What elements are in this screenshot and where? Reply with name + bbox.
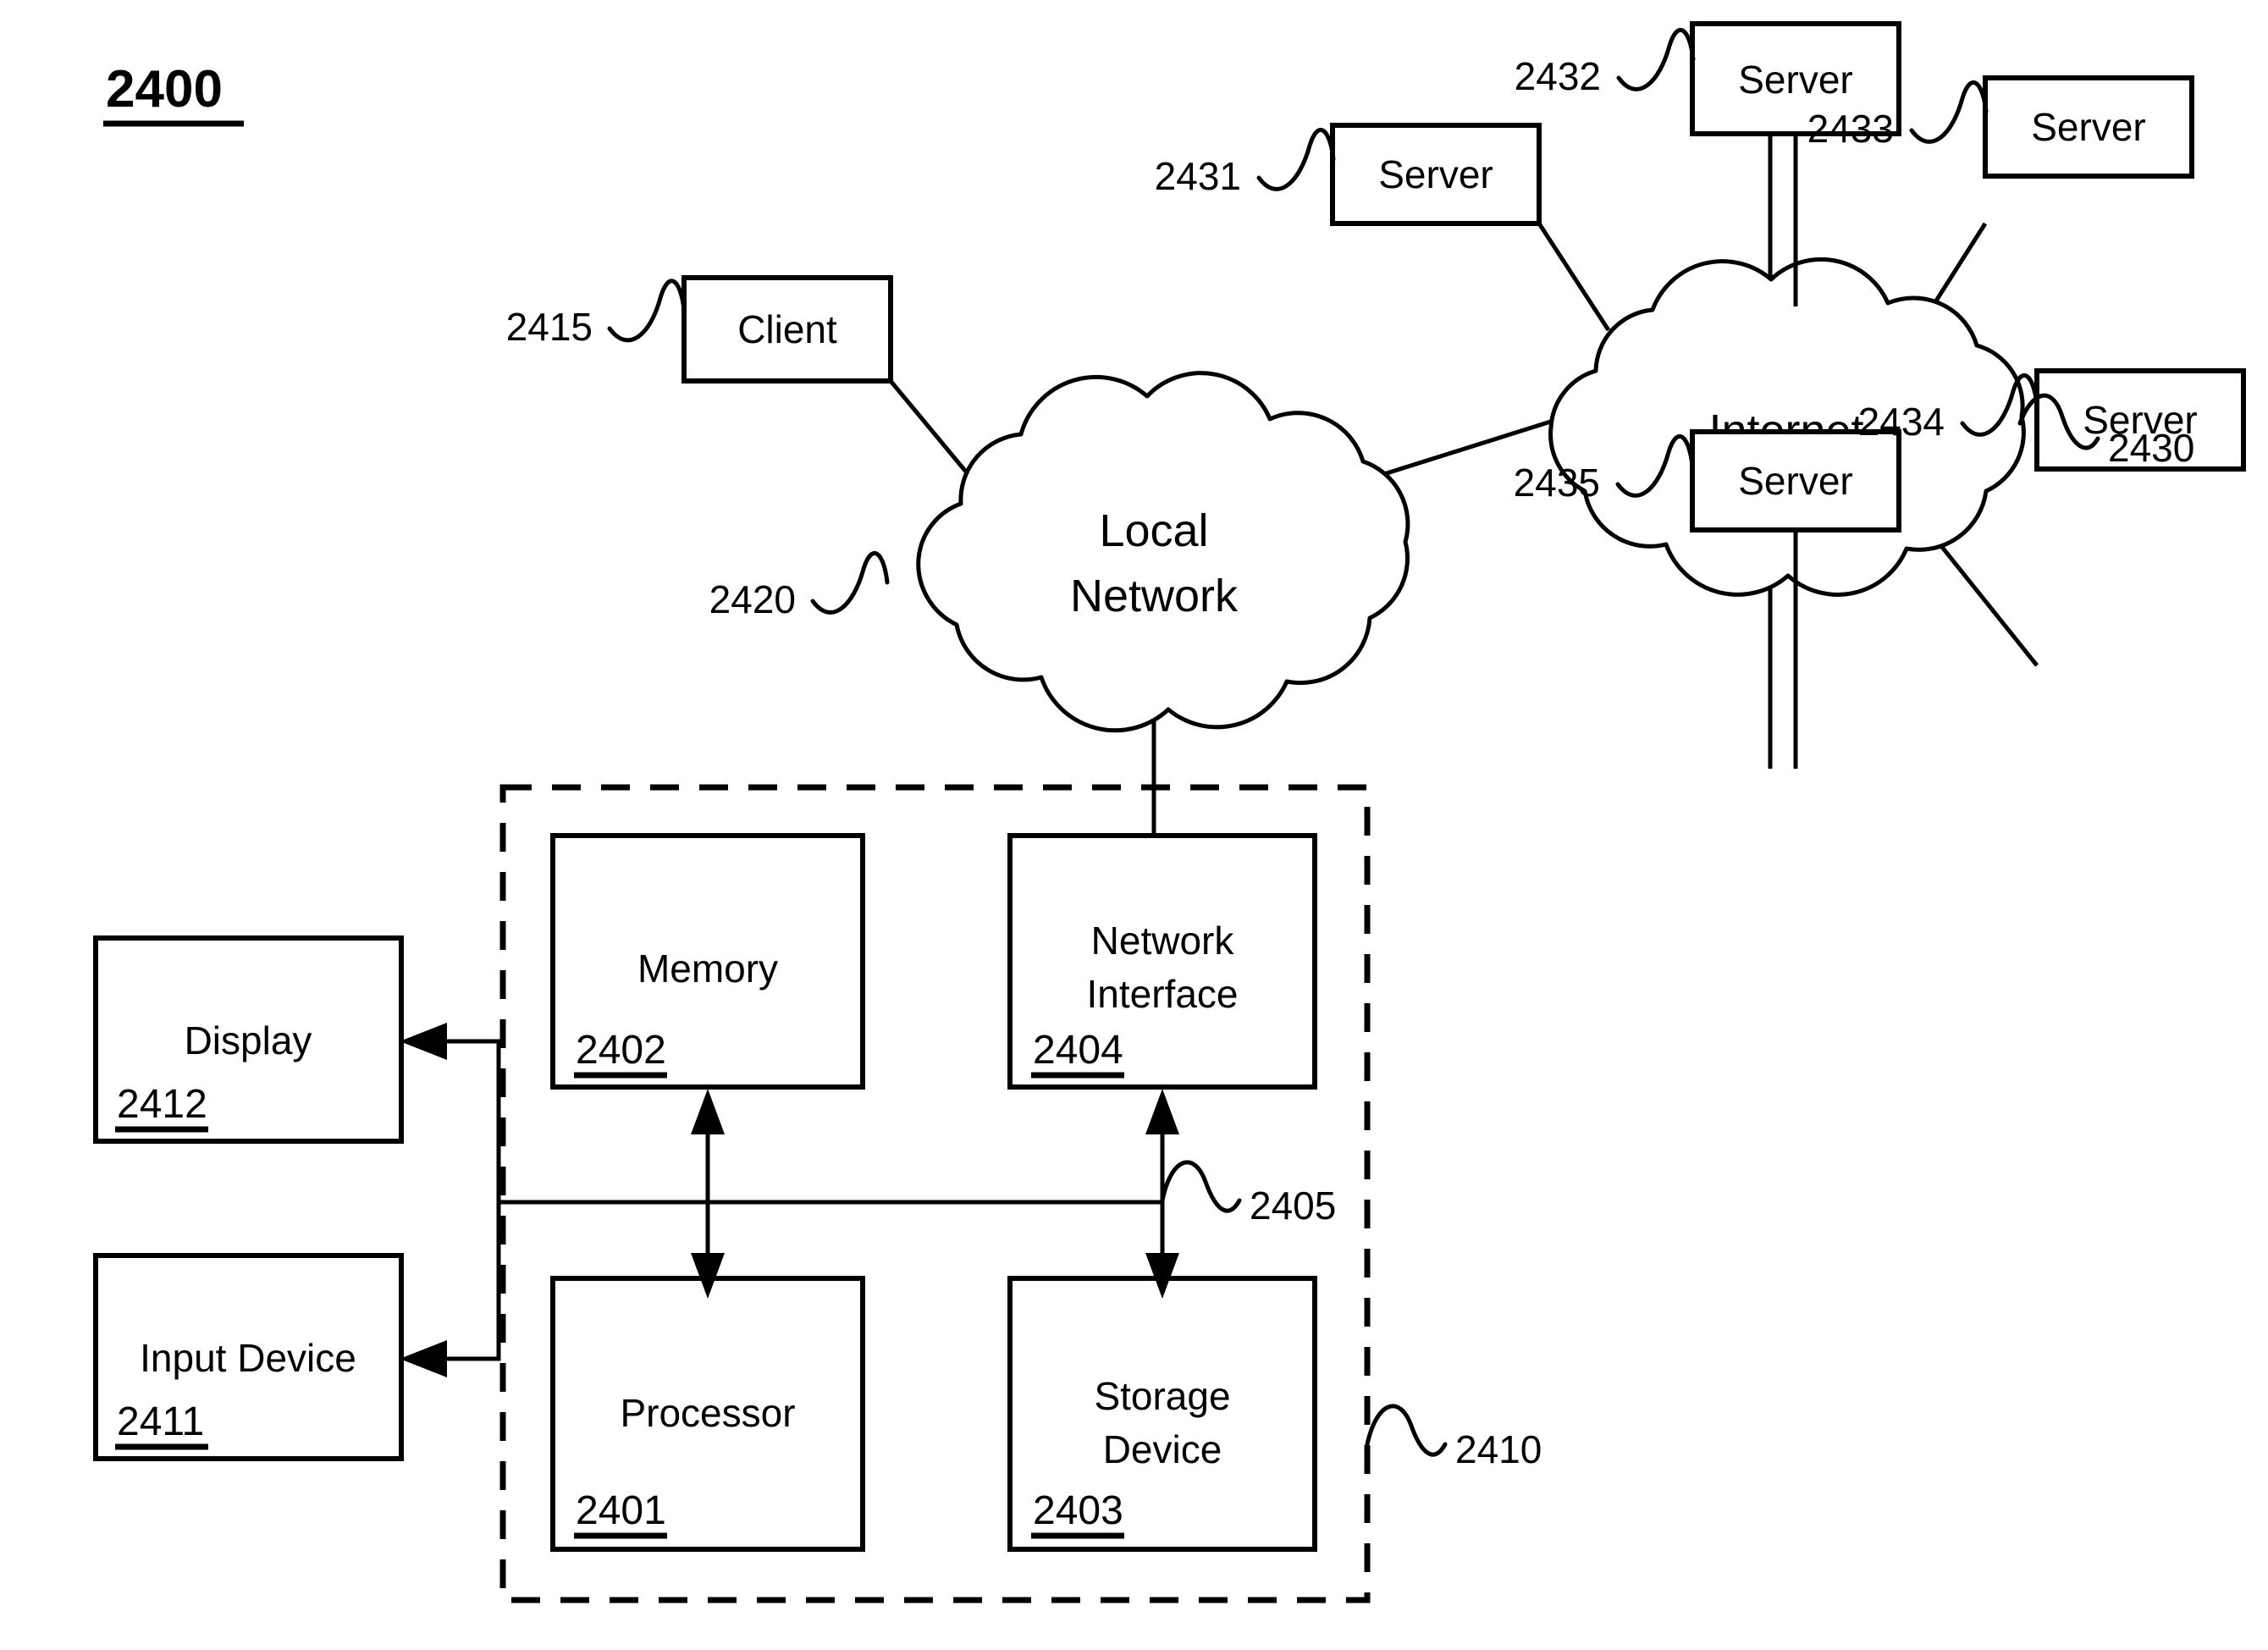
ref-leader-2420-squiggle (810, 551, 890, 615)
ref-number-2435: 2435 (1514, 461, 1600, 505)
ref-leader-2432: 2432 (1515, 28, 1696, 98)
ref-number-2432: 2432 (1515, 54, 1601, 98)
storage-device-box[interactable]: Storage Device 2403 (1007, 1276, 1317, 1552)
memory-ref-number: 2402 (576, 1028, 666, 1073)
figure-number-text: 2400 (106, 60, 223, 119)
link-server-2431-to-internet (1537, 222, 1611, 332)
network-interface-box[interactable]: Network Interface 2404 (1007, 833, 1317, 1090)
ref-leader-2415-squiggle (607, 279, 687, 343)
server-box-2433[interactable]: Server (1983, 75, 2194, 179)
input-device-ref-number: 2411 (117, 1399, 204, 1444)
server-2435-label: Server (1738, 459, 1852, 503)
ref-leader-2431: 2431 (1155, 128, 1336, 198)
display-ref-number: 2412 (117, 1082, 207, 1127)
peripheral-branch (400, 1023, 501, 1377)
arrow-left-to-input-device (400, 1340, 447, 1377)
cloud-local-network: Local Network (916, 371, 1410, 733)
arrow-up-to-memory (691, 1089, 725, 1134)
storage-device-ref-number: 2403 (1033, 1488, 1123, 1533)
link-server-2434-to-internet (1926, 527, 2039, 667)
processor-label: Processor (620, 1391, 795, 1435)
input-device-box[interactable]: Input Device 2411 (93, 1253, 404, 1461)
ref-leader-2433-squiggle (1909, 80, 1989, 144)
server-box-2435[interactable]: Server (1690, 429, 1901, 533)
local-network-label-line1: Local (1099, 505, 1208, 556)
input-device-label: Input Device (140, 1336, 356, 1380)
storage-device-label-line2: Device (1103, 1427, 1222, 1471)
processor-box[interactable]: Processor 2401 (550, 1276, 865, 1552)
figure-canvas: Local Network Internet Client Server Ser… (93, 21, 2246, 1603)
storage-device-label-line1: Storage (1094, 1374, 1230, 1418)
ref-leader-2410-squiggle (1365, 1404, 1448, 1457)
ref-number-2430: 2430 (2108, 426, 2194, 470)
ref-number-2410: 2410 (1455, 1427, 1542, 1471)
network-interface-ref-number: 2404 (1033, 1028, 1123, 1073)
display-label: Display (185, 1018, 312, 1062)
cloud-internet: Internet (1548, 257, 2026, 597)
processor-ref-number: 2401 (576, 1488, 666, 1533)
branch-to-display (440, 1039, 501, 1202)
ref-leader-2431-squiggle (1256, 128, 1336, 191)
ref-number-2433: 2433 (1807, 107, 1894, 151)
network-interface-label-line2: Interface (1087, 972, 1239, 1016)
ref-number-2431: 2431 (1155, 154, 1241, 198)
server-2431-label: Server (1378, 152, 1493, 196)
ref-leader-2415: 2415 (506, 279, 687, 349)
ref-leader-2405-squiggle (1160, 1160, 1242, 1213)
patent-figure-2400: Local Network Internet Client Server Ser… (0, 0, 2268, 1650)
ref-leader-2420: 2420 (709, 551, 890, 621)
ref-leader-2405: 2405 (1160, 1160, 1336, 1228)
client-box[interactable]: Client (682, 275, 893, 384)
ref-leader-2432-squiggle (1616, 28, 1696, 91)
client-box-label: Client (737, 307, 837, 351)
figure-number: 2400 (103, 60, 244, 127)
ref-number-2434: 2434 (1858, 400, 1945, 444)
arrow-left-to-display (400, 1023, 447, 1060)
server-2433-label: Server (2031, 105, 2145, 149)
network-interface-label-line1: Network (1091, 919, 1235, 963)
memory-label: Memory (637, 946, 778, 991)
ref-number-2415: 2415 (506, 305, 593, 349)
ref-number-2420: 2420 (709, 577, 796, 621)
local-network-label-line2: Network (1070, 571, 1239, 621)
system-bus (499, 1089, 1179, 1299)
ref-number-2405: 2405 (1250, 1184, 1336, 1228)
ref-leader-2410: 2410 (1365, 1404, 1542, 1471)
server-2432-label: Server (1738, 58, 1852, 102)
memory-box[interactable]: Memory 2402 (550, 833, 865, 1090)
arrow-up-to-network-interface (1145, 1089, 1179, 1134)
branch-to-input-device (440, 1202, 501, 1361)
server-box-2431[interactable]: Server (1330, 123, 1542, 226)
display-box[interactable]: Display 2412 (93, 935, 404, 1144)
link-client-to-local-network (889, 379, 975, 483)
